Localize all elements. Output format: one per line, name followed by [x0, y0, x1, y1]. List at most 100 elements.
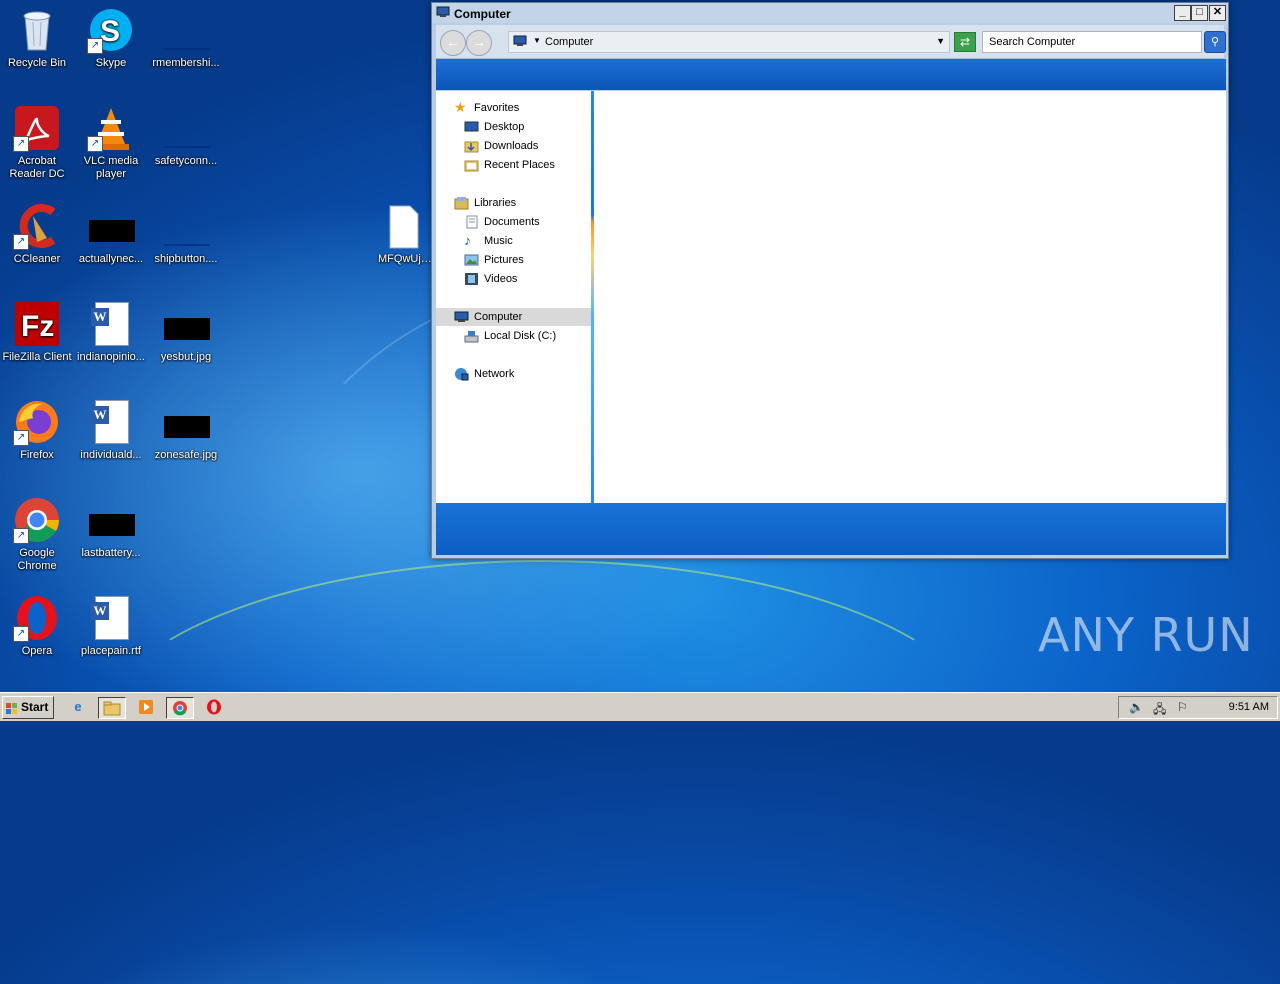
desktop-icon-individuald[interactable]: W individuald... — [74, 398, 148, 462]
desktop-icon-label: CCleaner — [13, 253, 61, 265]
image-file-icon — [162, 300, 210, 348]
volume-icon[interactable]: 🔈 — [1129, 700, 1144, 714]
desktop-icon-label: actuallynec... — [78, 253, 144, 265]
word-document-icon: W — [87, 398, 135, 446]
desktop-icon-filezilla[interactable]: Fz FileZilla Client — [0, 300, 74, 364]
desktop-icon — [464, 120, 479, 134]
desktop-icon-rmembershi[interactable]: rmembershi... — [149, 6, 223, 70]
address-bar[interactable]: ▼ Computer ▼ — [508, 31, 950, 53]
desktop-icon-label: indianopinio... — [77, 351, 145, 363]
desktop-icon-label: placepain.rtf — [81, 645, 141, 657]
recent-places-icon — [464, 158, 479, 172]
nav-documents[interactable]: Documents — [464, 213, 584, 231]
blank-file-icon — [384, 202, 424, 250]
network-tray-icon[interactable]: 🖧 — [1153, 700, 1166, 721]
search-icon[interactable]: ⚲ — [1204, 31, 1226, 53]
nav-computer[interactable]: Computer — [436, 308, 591, 326]
computer-icon — [454, 310, 469, 324]
star-icon: ★ — [454, 99, 467, 115]
desktop-icon-ccleaner[interactable]: ↗ CCleaner — [0, 202, 74, 266]
nav-network[interactable]: Network — [454, 365, 584, 383]
pictures-icon — [464, 253, 479, 267]
nav-music[interactable]: ♪ Music — [464, 232, 584, 250]
content-pane[interactable] — [594, 91, 1226, 503]
chrome-icon: ↗ — [13, 496, 61, 544]
acrobat-icon: ↗ — [13, 104, 61, 152]
address-text[interactable]: Computer — [545, 36, 593, 48]
firefox-icon: ↗ — [13, 398, 61, 446]
windows-explorer-icon[interactable] — [98, 697, 126, 719]
libraries-icon — [454, 196, 469, 210]
navigation-pane: ★ Favorites Desktop Downloads Recent Pla… — [436, 91, 591, 503]
nav-local-disk[interactable]: Local Disk (C:) — [464, 327, 584, 345]
minimize-button[interactable]: _ — [1174, 5, 1191, 21]
action-center-flag-icon[interactable]: ⚐ — [1177, 700, 1188, 714]
nav-videos[interactable]: Videos — [464, 270, 584, 288]
desktop-icon-skype[interactable]: S ↗ Skype — [74, 6, 148, 70]
desktop-icon-label: Acrobat Reader DC — [9, 155, 65, 180]
back-button[interactable]: ← — [440, 30, 466, 56]
desktop-icon-lastbattery[interactable]: lastbattery... — [74, 496, 148, 560]
maximize-button[interactable]: □ — [1191, 5, 1208, 21]
search-input[interactable]: Search Computer — [982, 31, 1202, 53]
filezilla-icon: Fz — [13, 300, 61, 348]
taskbar: Start e 🔈 🖧 ⚐ 9:51 AM — [0, 692, 1280, 721]
nav-libraries[interactable]: Libraries — [454, 194, 584, 212]
file-icon — [162, 202, 210, 250]
desktop-icon-safetyconn[interactable]: safetyconn... — [149, 104, 223, 168]
nav-recent-places[interactable]: Recent Places — [464, 156, 584, 174]
system-tray: 🔈 🖧 ⚐ 9:51 AM — [1118, 696, 1278, 719]
explorer-window[interactable]: Computer _ □ ✕ ← → ▼ Computer ▼ ⇄ Search… — [431, 2, 1229, 559]
shortcut-arrow-icon: ↗ — [13, 626, 29, 642]
nav-downloads[interactable]: Downloads — [464, 137, 584, 155]
desktop-icon-label: Skype — [95, 57, 127, 69]
shortcut-arrow-icon: ↗ — [13, 430, 29, 446]
desktop-icon-acrobat[interactable]: ↗ Acrobat Reader DC — [0, 104, 74, 181]
hard-drive-icon — [464, 329, 479, 343]
forward-button[interactable]: → — [466, 30, 492, 56]
file-icon — [162, 6, 210, 54]
desktop-icon-indianopinio[interactable]: W indianopinio... — [74, 300, 148, 364]
desktop-icon-vlc[interactable]: ↗ VLC media player — [74, 104, 148, 181]
ccleaner-icon: ↗ — [13, 202, 61, 250]
image-file-icon — [162, 398, 210, 446]
desktop-icon-placepain[interactable]: W placepain.rtf — [74, 594, 148, 658]
desktop-icon-yesbut[interactable]: yesbut.jpg — [149, 300, 223, 364]
breadcrumb-arrow-icon[interactable]: ▼ — [533, 36, 541, 45]
close-button[interactable]: ✕ — [1209, 5, 1226, 21]
shortcut-arrow-icon: ↗ — [87, 136, 103, 152]
word-document-icon: W — [87, 594, 135, 642]
clock[interactable]: 9:51 AM — [1229, 701, 1269, 713]
desktop-icon-zonesafe[interactable]: zonesafe.jpg — [149, 398, 223, 462]
desktop-icon-actuallynec[interactable]: actuallynec... — [74, 202, 148, 266]
desktop-icon-label: zonesafe.jpg — [154, 449, 218, 461]
internet-explorer-icon[interactable]: e — [68, 697, 88, 717]
chrome-taskbar-icon[interactable] — [166, 697, 194, 719]
nav-pictures[interactable]: Pictures — [464, 251, 584, 269]
computer-icon — [436, 6, 450, 18]
desktop-icon-label: Opera — [21, 645, 53, 657]
shortcut-arrow-icon: ↗ — [13, 234, 29, 250]
title-bar[interactable]: Computer _ □ ✕ — [432, 3, 1228, 23]
desktop-icon-label: rmembershi... — [152, 57, 220, 69]
desktop-icon-mfqwujbc[interactable]: MFQwUjBC... — [374, 202, 434, 266]
desktop-icon-recycle-bin[interactable]: Recycle Bin — [0, 6, 74, 70]
nav-favorites[interactable]: ★ Favorites — [454, 99, 584, 117]
shortcut-arrow-icon: ↗ — [13, 136, 29, 152]
media-player-icon[interactable] — [136, 697, 156, 717]
desktop-icon-chrome[interactable]: ↗ Google Chrome — [0, 496, 74, 573]
desktop-icon-opera[interactable]: ↗ Opera — [0, 594, 74, 658]
word-document-icon: W — [87, 300, 135, 348]
opera-taskbar-icon[interactable] — [204, 697, 224, 717]
image-file-icon — [87, 496, 135, 544]
nav-desktop[interactable]: Desktop — [464, 118, 584, 136]
refresh-button[interactable]: ⇄ — [954, 32, 976, 52]
desktop-icon-firefox[interactable]: ↗ Firefox — [0, 398, 74, 462]
desktop-icon-label: individuald... — [80, 449, 142, 461]
file-icon — [162, 104, 210, 152]
desktop-icon-shipbutton[interactable]: shipbutton.... — [149, 202, 223, 266]
desktop-icon-label: Google Chrome — [17, 547, 57, 572]
start-button[interactable]: Start — [2, 696, 54, 719]
chevron-down-icon[interactable]: ▼ — [936, 36, 945, 46]
desktop-icon-label: Recycle Bin — [7, 57, 67, 69]
